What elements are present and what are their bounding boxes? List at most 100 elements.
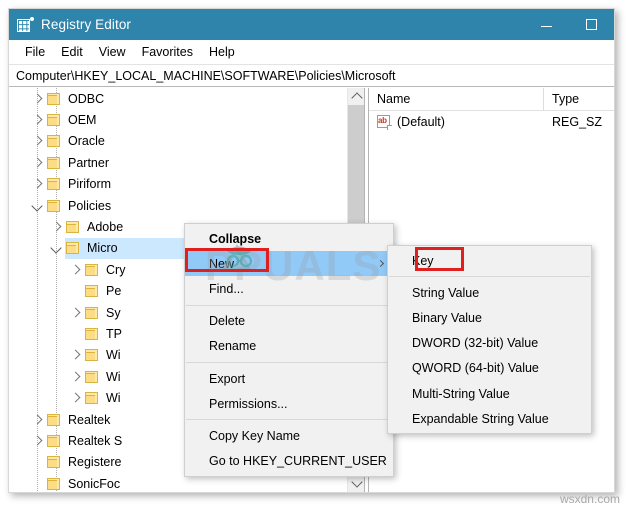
tree-item-label: Oracle	[68, 134, 105, 149]
tree-item-label: Wi	[106, 369, 121, 384]
chevron-right-icon[interactable]	[68, 390, 84, 406]
tree-item-odbc[interactable]: ODBC	[9, 88, 347, 109]
ab-string-icon: ab	[377, 115, 392, 130]
tree-item-label: OEM	[68, 113, 97, 128]
tree-item-label: TP	[106, 326, 122, 341]
address-bar[interactable]: Computer\HKEY_LOCAL_MACHINE\SOFTWARE\Pol…	[9, 64, 614, 87]
tree-item-label: Piriform	[68, 177, 112, 192]
tree-item-policies[interactable]: Policies	[9, 195, 347, 216]
submenu-item-label: Binary Value	[412, 310, 482, 325]
chevron-right-icon[interactable]	[30, 433, 46, 449]
context-menu-item-rename[interactable]: Rename	[185, 334, 393, 359]
tree-item-label: Partner	[68, 155, 109, 170]
menu-separator	[186, 361, 392, 363]
scroll-up-arrow-icon[interactable]	[348, 88, 364, 105]
context-menu-item-label: Find...	[209, 281, 244, 296]
new-submenu: Key String Value Binary Value DWORD (32-bit…	[387, 245, 592, 435]
context-menu-item-collapse[interactable]: Collapse	[185, 226, 393, 251]
tree-item-oem[interactable]: OEM	[9, 109, 347, 130]
menu-item-edit[interactable]: Edit	[53, 43, 91, 61]
column-header-type[interactable]: Type	[544, 88, 614, 111]
chevron-right-icon	[376, 259, 385, 267]
context-menu-item-label: Collapse	[209, 231, 262, 246]
menu-item-file[interactable]: File	[17, 43, 53, 61]
chevron-right-icon[interactable]	[30, 91, 46, 107]
tree-item-label: ODBC	[68, 91, 105, 106]
submenu-item-string-value[interactable]: String Value	[388, 280, 591, 305]
tree-item-label: Adobe	[87, 220, 124, 235]
tree-item-label: Pe	[106, 284, 122, 299]
registry-path-text: Computer\HKEY_LOCAL_MACHINE\SOFTWARE\Pol…	[16, 68, 396, 83]
chevron-right-icon[interactable]	[68, 262, 84, 278]
context-menu-item-copy-key-name[interactable]: Copy Key Name	[185, 423, 393, 448]
context-menu-item-label: Copy Key Name	[209, 428, 301, 443]
chevron-right-icon[interactable]	[68, 305, 84, 321]
chevron-right-icon[interactable]	[30, 412, 46, 428]
context-menu-item-label: Delete	[209, 314, 246, 329]
tree-item-partner[interactable]: Partner	[9, 152, 347, 173]
site-watermark: wsxdn.com	[559, 492, 620, 506]
menu-item-view[interactable]: View	[91, 43, 134, 61]
menu-bar: File Edit View Favorites Help	[9, 40, 614, 64]
submenu-item-multi-string-value[interactable]: Multi-String Value	[388, 381, 591, 406]
chevron-right-icon[interactable]	[30, 133, 46, 149]
window-title: Registry Editor	[41, 17, 132, 32]
submenu-item-dword-32-bit-value[interactable]: DWORD (32-bit) Value	[388, 331, 591, 356]
chevron-down-icon[interactable]	[30, 198, 46, 214]
submenu-item-label: DWORD (32-bit) Value	[412, 336, 539, 351]
folder-icon	[46, 477, 62, 491]
chevron-right-icon[interactable]	[30, 112, 46, 128]
menu-item-favorites[interactable]: Favorites	[134, 43, 201, 61]
context-menu-item-new[interactable]: New	[185, 251, 393, 277]
context-menu-item-delete[interactable]: Delete	[185, 309, 393, 334]
minimize-button[interactable]	[524, 9, 569, 40]
chevron-right-icon[interactable]	[68, 347, 84, 363]
folder-icon	[46, 413, 62, 427]
submenu-item-binary-value[interactable]: Binary Value	[388, 305, 591, 330]
value-type-cell: REG_SZ	[552, 115, 603, 129]
registry-editor-window: Registry Editor File Edit View Favorites…	[8, 8, 615, 493]
context-menu-item-label: Export	[209, 371, 246, 386]
column-header-name[interactable]: Name	[369, 87, 544, 111]
submenu-item-key[interactable]: Key	[388, 248, 591, 273]
tree-item-label: Micro	[86, 240, 121, 257]
context-menu-item-label: Rename	[209, 339, 257, 354]
context-menu-item-label: New	[209, 256, 235, 271]
maximize-icon	[586, 19, 597, 30]
context-menu-item-find[interactable]: Find...	[185, 276, 393, 301]
scroll-down-arrow-icon[interactable]	[348, 475, 364, 492]
chevron-right-icon[interactable]	[68, 369, 84, 385]
chevron-down-icon[interactable]	[49, 240, 65, 256]
submenu-item-label: Expandable String Value	[412, 411, 549, 426]
tree-item-label: Policies	[68, 198, 112, 213]
folder-icon	[46, 134, 62, 148]
chevron-right-icon[interactable]	[49, 219, 65, 235]
minimize-icon	[541, 26, 552, 27]
folder-icon	[46, 455, 62, 469]
folder-icon	[46, 113, 62, 127]
chevron-right-icon[interactable]	[30, 176, 46, 192]
folder-icon	[84, 284, 100, 298]
context-menu-item-go-to-hkey-current-user[interactable]: Go to HKEY_CURRENT_USER	[185, 449, 393, 474]
tree-item-piriform[interactable]: Piriform	[9, 174, 347, 195]
tree-item-label: Registere	[68, 455, 122, 470]
submenu-item-expandable-string-value[interactable]: Expandable String Value	[388, 406, 591, 431]
tree-item-label: Cry	[106, 262, 126, 277]
context-menu-item-export[interactable]: Export	[185, 366, 393, 391]
values-list-header: Name Type	[369, 87, 614, 111]
folder-icon	[84, 306, 100, 320]
submenu-item-qword-64-bit-value[interactable]: QWORD (64-bit) Value	[388, 356, 591, 381]
chevron-right-icon[interactable]	[30, 155, 46, 171]
table-row[interactable]: ab (Default) REG_SZ	[369, 111, 614, 133]
menu-item-help[interactable]: Help	[201, 43, 243, 61]
maximize-button[interactable]	[569, 9, 614, 40]
context-menu-item-label: Go to HKEY_CURRENT_USER	[209, 454, 387, 469]
tree-item-label: Sy	[106, 305, 121, 320]
tree-item-oracle[interactable]: Oracle	[9, 131, 347, 152]
folder-icon	[46, 434, 62, 448]
context-menu-item-permissions[interactable]: Permissions...	[185, 391, 393, 416]
folder-icon	[84, 391, 100, 405]
folder-icon	[84, 370, 100, 384]
